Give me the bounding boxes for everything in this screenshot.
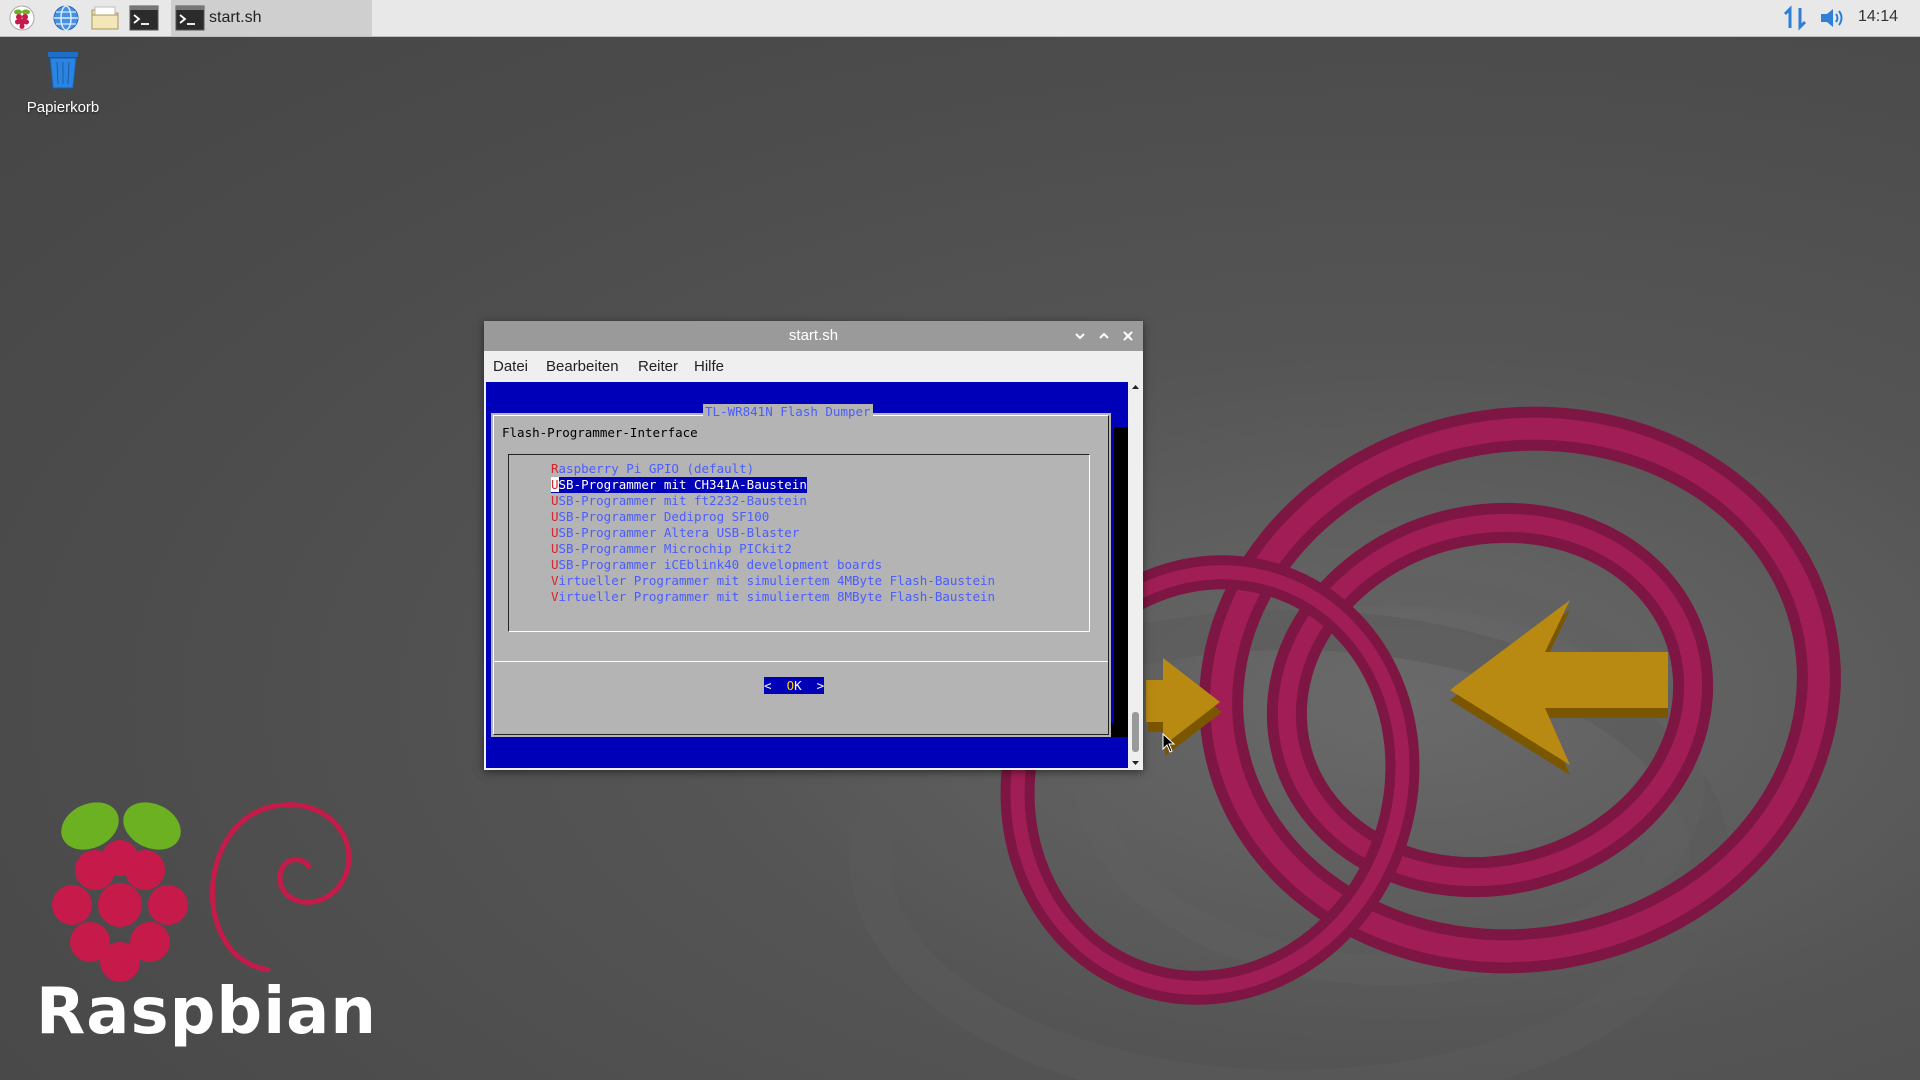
dialog-subtitle: Flash-Programmer-Interface bbox=[502, 425, 698, 440]
menu-item-altera[interactable]: USB-Programmer Altera USB-Blaster bbox=[551, 525, 799, 541]
file-manager-icon bbox=[91, 6, 119, 30]
dialog-shadow bbox=[1114, 427, 1128, 737]
menu-item-pickit2[interactable]: USB-Programmer Microchip PICkit2 bbox=[551, 541, 792, 557]
debian-swirl bbox=[210, 802, 352, 973]
terminal-launcher-button[interactable] bbox=[127, 3, 161, 33]
chevron-up-icon bbox=[1099, 332, 1109, 339]
menu-hilfe[interactable]: Hilfe bbox=[694, 358, 724, 375]
window-title: start.sh bbox=[788, 327, 839, 344]
clock[interactable]: 14:14 bbox=[1858, 8, 1898, 26]
web-browser-button[interactable] bbox=[49, 3, 83, 33]
menu-item-dediprog[interactable]: USB-Programmer Dediprog SF100 bbox=[551, 509, 769, 525]
menu-item-ft2232[interactable]: USB-Programmer mit ft2232-Baustein bbox=[551, 493, 807, 509]
taskbar-window-label: start.sh bbox=[209, 9, 262, 26]
desktop-trash[interactable]: Papierkorb bbox=[18, 48, 108, 120]
file-manager-button[interactable] bbox=[88, 3, 122, 33]
dialog-title: TL-WR841N Flash Dumper bbox=[703, 404, 873, 419]
desktop-trash-label: Papierkorb bbox=[26, 99, 100, 116]
minimize-button[interactable] bbox=[1070, 326, 1090, 346]
window-titlebar[interactable]: start.sh bbox=[484, 321, 1143, 351]
maximize-button[interactable] bbox=[1094, 326, 1114, 346]
terminal-icon bbox=[129, 5, 159, 31]
terminal-icon bbox=[175, 5, 205, 31]
web-browser-icon bbox=[53, 5, 79, 31]
mouse-pointer-icon bbox=[1162, 733, 1176, 753]
raspbian-brand-text: Raspbian bbox=[36, 975, 377, 1049]
whiptail-dialog: TL-WR841N Flash Dumper Flash-Programmer-… bbox=[491, 404, 1111, 737]
menu-item-virtual-4mb[interactable]: Virtueller Programmer mit simuliertem 4M… bbox=[551, 573, 995, 589]
chevron-down-icon bbox=[1075, 333, 1085, 340]
terminal-window: start.sh Datei Bearbeiten Reiter Hilfe T… bbox=[484, 321, 1143, 770]
taskbar: start.sh 14:14 bbox=[0, 0, 1920, 37]
dialog-separator bbox=[494, 661, 1108, 662]
network-icon[interactable] bbox=[1781, 4, 1809, 32]
terminal-area[interactable]: TL-WR841N Flash Dumper Flash-Programmer-… bbox=[486, 382, 1128, 768]
taskbar-window-start-sh[interactable]: start.sh bbox=[171, 0, 372, 36]
menu-item-iceblink40[interactable]: USB-Programmer iCEblink40 development bo… bbox=[551, 557, 882, 573]
menu-item-virtual-8mb[interactable]: Virtueller Programmer mit simuliertem 8M… bbox=[551, 589, 995, 605]
menu-item-ch341a[interactable]: USB-Programmer mit CH341A-Baustein bbox=[551, 477, 807, 493]
scrollbar-thumb[interactable] bbox=[1132, 712, 1139, 752]
trash-icon bbox=[48, 52, 78, 89]
volume-icon[interactable] bbox=[1818, 5, 1846, 31]
menu-datei[interactable]: Datei bbox=[493, 358, 528, 375]
ok-button[interactable]: < OK > bbox=[764, 677, 825, 694]
window-menubar: Datei Bearbeiten Reiter Hilfe bbox=[484, 351, 1143, 381]
raspberry-menu-button[interactable] bbox=[5, 3, 39, 33]
close-icon bbox=[1123, 331, 1133, 341]
menu-reiter[interactable]: Reiter bbox=[638, 358, 678, 375]
menu-list: Raspberry Pi GPIO (default) USB-Programm… bbox=[508, 454, 1090, 632]
scroll-down-icon[interactable] bbox=[1129, 758, 1142, 768]
terminal-scrollbar[interactable] bbox=[1129, 382, 1142, 768]
menu-item-raspberry-gpio[interactable]: Raspberry Pi GPIO (default) bbox=[551, 461, 754, 477]
raspberry-logo bbox=[52, 802, 188, 982]
raspberry-menu-icon bbox=[9, 5, 35, 31]
close-button[interactable] bbox=[1118, 326, 1138, 346]
menu-bearbeiten[interactable]: Bearbeiten bbox=[546, 358, 619, 375]
scroll-up-icon[interactable] bbox=[1129, 382, 1142, 392]
